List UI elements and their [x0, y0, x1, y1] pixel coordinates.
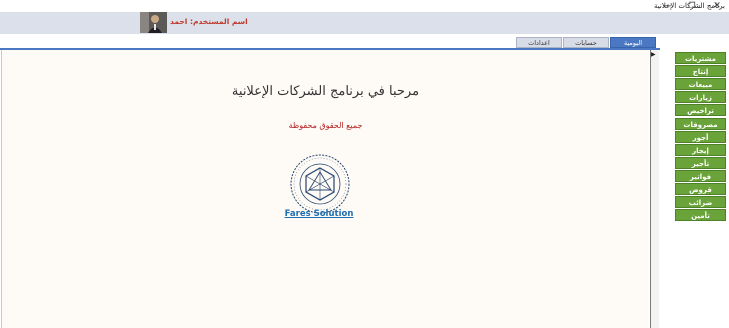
restore-button[interactable]: ❐	[683, 0, 701, 12]
company-logo-icon	[290, 154, 350, 214]
company-link[interactable]: Fares Solution	[2, 209, 636, 219]
tab-daily[interactable]: اليومية	[610, 37, 656, 48]
title-bar: برنامج الشركات الإعلانية	[0, 0, 729, 12]
sidebar-item-taxes[interactable]: ضرائب	[675, 196, 726, 209]
minimize-button[interactable]: —	[658, 0, 676, 12]
header-bar	[0, 12, 729, 34]
tab-accounts[interactable]: حسابات	[563, 37, 609, 48]
sidebar-item-leasing[interactable]: تأجير	[675, 156, 726, 169]
main-content: مرحبا في برنامج الشركات الإعلانية جميع ا…	[1, 50, 649, 328]
sidebar-item-rent[interactable]: إيجار	[675, 143, 726, 156]
sidebar-item-insurance[interactable]: تأمين	[675, 209, 726, 222]
person-photo-icon	[140, 12, 167, 33]
user-info: اسم المستخدم: احمد	[170, 17, 248, 26]
sidebar-item-licenses[interactable]: تراخيص	[675, 104, 726, 117]
sidebar-item-loans[interactable]: قروض	[675, 183, 726, 195]
sidebar-item-expenses[interactable]: مصروفات	[675, 117, 726, 130]
sidebar-item-wages[interactable]: أجور	[675, 130, 726, 143]
user-name: احمد	[170, 17, 188, 26]
sidebar-item-invoices[interactable]: فواتير	[675, 169, 726, 182]
sidebar-item-visits[interactable]: زيارات	[675, 91, 726, 104]
tab-settings[interactable]: اعدادات	[516, 37, 562, 48]
welcome-heading: مرحبا في برنامج الشركات الإعلانية	[231, 84, 420, 99]
user-avatar	[140, 12, 167, 33]
user-label-text: اسم المستخدم:	[189, 17, 248, 26]
navigation-gutter	[651, 50, 659, 328]
sidebar-item-production[interactable]: إنتاج	[675, 65, 726, 78]
nav-arrow-icon[interactable]: ▶	[651, 51, 656, 58]
rights-text: جميع الحقوق محفوظة	[288, 121, 363, 130]
sidebar-item-purchases[interactable]: مشتريات	[675, 52, 726, 64]
sidebar-item-sales[interactable]: مبيعات	[675, 78, 726, 91]
close-button[interactable]: ✕	[708, 0, 726, 12]
